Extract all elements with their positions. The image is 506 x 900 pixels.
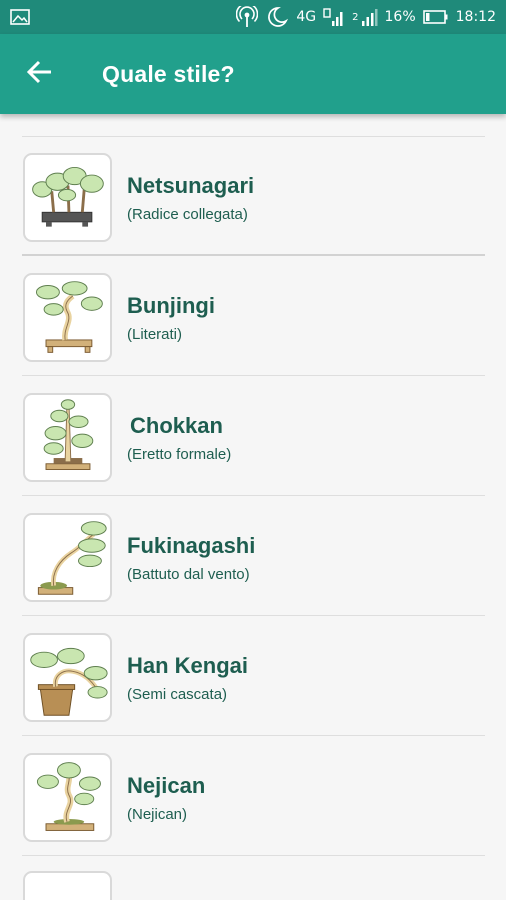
list-item[interactable]: Bunjingi (Literati): [0, 256, 506, 376]
signal-icon: [360, 7, 378, 27]
arrow-left-icon: [26, 58, 54, 91]
sim-label: 2: [352, 12, 359, 23]
style-name: Fukinagashi: [127, 533, 256, 558]
style-subtitle: (Radice collegata): [127, 206, 248, 223]
list-item[interactable]: Netsunagari (Radice collegata): [0, 136, 506, 256]
network-type: 4G: [296, 9, 317, 25]
page-title: Quale stile?: [102, 60, 235, 87]
list-item[interactable]: Fukinagashi (Battuto dal vento): [0, 496, 506, 616]
list-item[interactable]: Chokkan (Eretto formale): [0, 376, 506, 496]
style-name: Nejican: [127, 773, 206, 798]
style-subtitle: (Semi cascata): [127, 686, 228, 703]
hotspot-icon: [236, 6, 259, 28]
list-item[interactable]: Han Kengai (Semi cascata): [0, 616, 506, 736]
signal-icon: [323, 7, 345, 27]
battery-icon: [422, 9, 449, 25]
app-bar: Quale stile?: [0, 34, 506, 114]
divider: [22, 855, 485, 856]
style-subtitle: (Eretto formale): [127, 446, 232, 463]
style-subtitle: (Nejican): [127, 806, 188, 823]
style-subtitle: (Literati): [127, 326, 183, 343]
literati-bonsai-icon: [23, 273, 112, 362]
style-name: Chokkan: [130, 413, 223, 438]
style-subtitle: (Battuto dal vento): [127, 566, 250, 583]
twisted-bonsai-icon: [23, 753, 112, 842]
formal-upright-bonsai-icon: [23, 393, 112, 482]
moon-icon: [265, 6, 289, 28]
raft-bonsai-icon: [23, 153, 112, 242]
battery-percent: 16%: [384, 9, 416, 25]
style-name: Han Kengai: [127, 653, 249, 678]
list-item-thumbnail-partial[interactable]: [23, 871, 112, 900]
semi-cascade-bonsai-icon: [23, 633, 112, 722]
style-name: Bunjingi: [127, 293, 215, 318]
clock: 18:12: [455, 9, 496, 25]
list-item[interactable]: Nejican (Nejican): [0, 736, 506, 856]
back-button[interactable]: [0, 34, 80, 114]
windswept-bonsai-icon: [23, 513, 112, 602]
status-bar: 4G 2 16% 18:12: [0, 0, 506, 34]
style-list[interactable]: Netsunagari (Radice collegata) Bunjingi …: [0, 114, 506, 900]
style-name: Netsunagari: [127, 173, 255, 198]
image-icon: [10, 9, 30, 25]
